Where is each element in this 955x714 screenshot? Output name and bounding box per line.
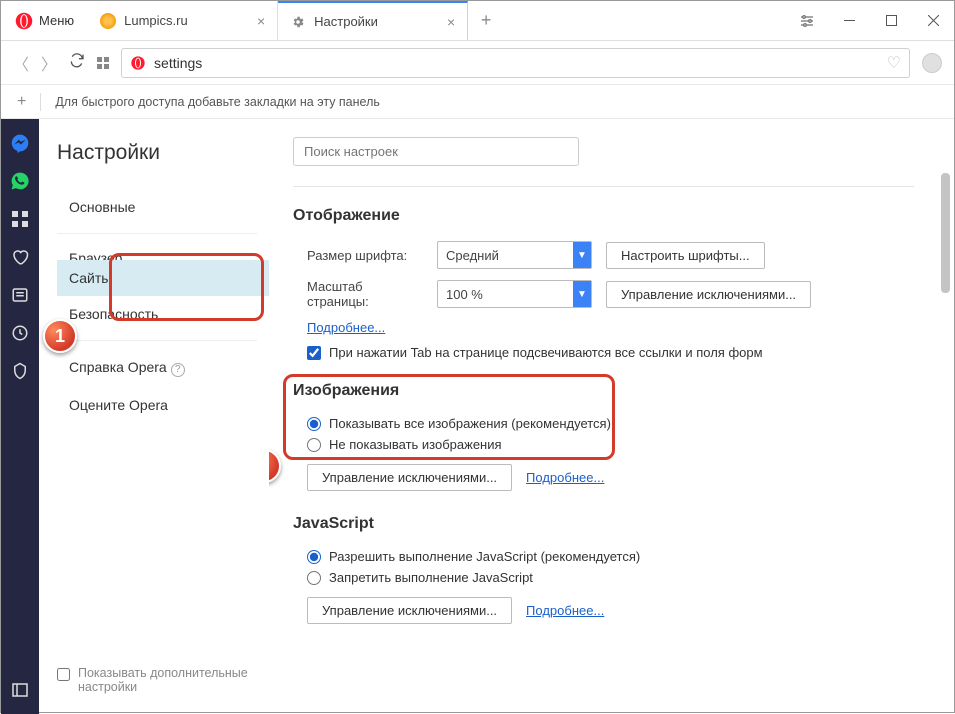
whatsapp-icon[interactable]	[10, 171, 30, 191]
js-allow-radio[interactable]: Разрешить выполнение JavaScript (рекомен…	[293, 549, 914, 564]
show-advanced-input[interactable]	[57, 668, 70, 681]
sidebar-collapse-icon[interactable]	[10, 680, 30, 700]
divider	[293, 186, 914, 187]
gear-icon	[290, 14, 306, 30]
settings-title: Настройки	[57, 141, 269, 165]
page-zoom-select[interactable]: 100 % ▼	[437, 280, 592, 308]
body-area: Настройки Основные Браузер Сайты Безопас…	[1, 119, 954, 714]
images-show-radio[interactable]: Показывать все изображения (рекомендуетс…	[293, 416, 914, 431]
js-deny-input[interactable]	[307, 571, 321, 585]
window-controls	[786, 1, 954, 41]
settings-nav: Настройки Основные Браузер Сайты Безопас…	[39, 119, 269, 714]
scrollbar[interactable]	[941, 173, 950, 293]
section-js-title: JavaScript	[293, 515, 914, 533]
images-hide-radio[interactable]: Не показывать изображения	[293, 437, 914, 452]
page-zoom-value: 100 %	[446, 287, 483, 302]
font-size-label: Размер шрифта:	[293, 248, 423, 263]
menu-button[interactable]: Меню	[1, 1, 88, 40]
tab-settings[interactable]: Настройки ×	[278, 1, 468, 40]
annotation-marker-2: 2	[269, 449, 281, 483]
images-hide-input[interactable]	[307, 438, 321, 452]
close-button[interactable]	[912, 1, 954, 41]
speed-dial-icon[interactable]	[10, 209, 30, 229]
tab-highlight-checkbox[interactable]: При нажатии Tab на странице подсвечивают…	[293, 345, 914, 360]
nav-basic[interactable]: Основные	[57, 189, 269, 225]
js-exceptions-button[interactable]: Управление исключениями...	[307, 597, 512, 624]
font-size-select[interactable]: Средний ▼	[437, 241, 592, 269]
js-allow-input[interactable]	[307, 550, 321, 564]
bookmarks-add-button[interactable]: +	[17, 93, 26, 111]
section-images-title: Изображения	[293, 382, 914, 400]
js-deny-radio[interactable]: Запретить выполнение JavaScript	[293, 570, 914, 585]
show-advanced-checkbox[interactable]: Показывать дополнительные настройки	[57, 666, 269, 714]
maximize-button[interactable]	[870, 1, 912, 41]
forward-button[interactable]: 〉	[41, 51, 57, 75]
history-icon[interactable]	[10, 323, 30, 343]
tab-title: Lumpics.ru	[124, 13, 188, 28]
js-deny-label: Запретить выполнение JavaScript	[329, 570, 533, 585]
images-exceptions-button[interactable]: Управление исключениями...	[307, 464, 512, 491]
images-show-label: Показывать все изображения (рекомендуетс…	[329, 416, 611, 431]
nav-rate[interactable]: Оцените Opera	[57, 387, 269, 423]
bookmarks-hint: Для быстрого доступа добавьте закладки н…	[55, 95, 380, 109]
close-icon[interactable]: ×	[257, 13, 265, 29]
back-button[interactable]: 〈	[13, 51, 29, 75]
tab-title: Настройки	[314, 14, 378, 29]
display-more-link[interactable]: Подробнее...	[293, 320, 385, 335]
page-zoom-label: Масштаб страницы:	[293, 279, 423, 309]
menu-label: Меню	[39, 13, 74, 28]
nav-browser[interactable]: Браузер	[57, 242, 269, 260]
minimize-button[interactable]	[828, 1, 870, 41]
speed-dial-button[interactable]	[97, 57, 109, 69]
extensions-icon[interactable]	[10, 361, 30, 381]
divider	[57, 340, 257, 341]
toolbar: 〈 〉 ♡	[1, 41, 954, 85]
messenger-icon[interactable]	[10, 133, 30, 153]
title-bar: Меню Lumpics.ru × Настройки × +	[1, 1, 954, 41]
bookmarks-bar: + Для быстрого доступа добавьте закладки…	[1, 85, 954, 119]
help-icon: ?	[171, 363, 185, 377]
sidebar-strip	[1, 119, 39, 714]
divider	[40, 93, 41, 111]
search-settings-input[interactable]	[293, 137, 579, 166]
customize-fonts-button[interactable]: Настроить шрифты...	[606, 242, 765, 269]
new-tab-button[interactable]: +	[468, 1, 504, 40]
js-more-link[interactable]: Подробнее...	[526, 603, 604, 618]
zoom-exceptions-button[interactable]: Управление исключениями...	[606, 281, 811, 308]
tab-favicon-icon	[100, 13, 116, 29]
nav-help[interactable]: Справка Opera?	[57, 349, 269, 387]
bookmarks-heart-icon[interactable]	[10, 247, 30, 267]
close-icon[interactable]: ×	[447, 14, 455, 30]
nav-help-label: Справка Opera	[69, 359, 167, 375]
js-allow-label: Разрешить выполнение JavaScript (рекомен…	[329, 549, 640, 564]
divider	[57, 233, 257, 234]
address-bar[interactable]: ♡	[121, 48, 910, 78]
address-input[interactable]	[154, 55, 879, 71]
news-icon[interactable]	[10, 285, 30, 305]
images-hide-label: Не показывать изображения	[329, 437, 502, 452]
section-display-title: Отображение	[293, 207, 914, 225]
tab-lumpics[interactable]: Lumpics.ru ×	[88, 1, 278, 40]
chevron-down-icon: ▼	[573, 242, 591, 268]
chevron-down-icon: ▼	[573, 281, 591, 307]
heart-icon[interactable]: ♡	[887, 53, 901, 73]
nav-security[interactable]: Безопасность	[57, 296, 269, 332]
images-more-link[interactable]: Подробнее...	[526, 470, 604, 485]
reload-button[interactable]	[69, 52, 85, 73]
easy-setup-icon[interactable]	[786, 1, 828, 41]
images-show-input[interactable]	[307, 417, 321, 431]
profile-button[interactable]	[922, 53, 942, 73]
show-advanced-label: Показывать дополнительные настройки	[78, 666, 269, 694]
opera-badge-icon	[130, 55, 146, 71]
opera-logo-icon	[15, 12, 33, 30]
tab-strip: Lumpics.ru × Настройки × +	[88, 1, 786, 40]
tab-highlight-input[interactable]	[307, 346, 321, 360]
tab-highlight-label: При нажатии Tab на странице подсвечивают…	[329, 345, 763, 360]
font-size-value: Средний	[446, 248, 499, 263]
settings-content: Отображение Размер шрифта: Средний ▼ Наст…	[269, 119, 954, 714]
annotation-marker-1: 1	[43, 319, 77, 353]
nav-sites[interactable]: Сайты	[57, 260, 269, 296]
